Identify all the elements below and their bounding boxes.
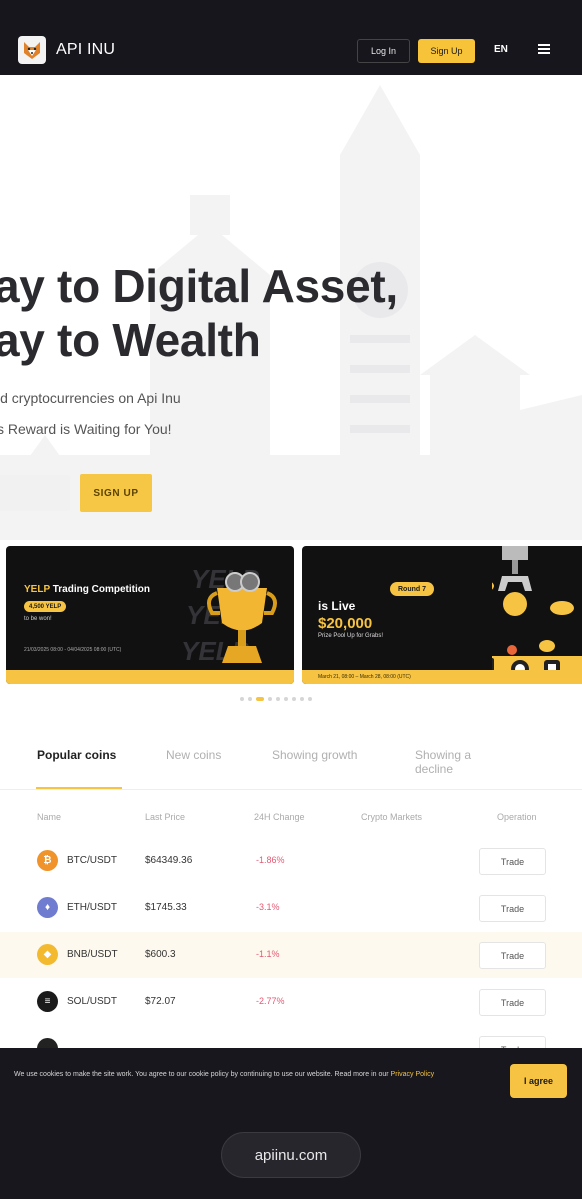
column-header: Name (37, 812, 62, 822)
carousel-dot[interactable] (268, 697, 272, 701)
hero-signup-button[interactable]: SIGN UP (80, 474, 152, 512)
carousel-dot[interactable] (300, 697, 304, 701)
banner-stripe (6, 670, 294, 684)
bnb-icon: ◆ (37, 944, 58, 965)
prize-pill: 4,500 YELP (24, 601, 67, 612)
last-price: $1745.33 (145, 902, 187, 913)
change-24h: -1.1% (256, 949, 280, 959)
hamburger-menu-icon[interactable] (538, 44, 550, 54)
column-header: Crypto Markets (361, 812, 423, 822)
table-row[interactable]: ₿ BTC/USDT $64349.36 -1.86% Trade (0, 838, 582, 884)
market-tabs: Popular coins New coins Showing growth S… (0, 745, 582, 790)
tab-showing-growth[interactable]: Showing growth (272, 748, 362, 762)
carousel-dot[interactable] (240, 697, 244, 701)
change-24h: -2.77% (256, 996, 285, 1006)
cookie-consent-banner: We use cookies to make the site work. Yo… (0, 1048, 582, 1199)
bitcoin-icon: ₿ (37, 850, 58, 871)
trade-button[interactable]: Trade (479, 895, 546, 922)
trophy-icon (206, 572, 278, 663)
table-header: Name Last Price 24H Change Crypto Market… (0, 812, 582, 826)
tab-popular-coins[interactable]: Popular coins (37, 748, 127, 762)
hero-section: ay to Digital Asset, ay to Wealth ld cry… (0, 75, 582, 540)
trade-button[interactable]: Trade (479, 848, 546, 875)
carousel-dot[interactable] (248, 697, 252, 701)
top-navigation-bar: API INU Log In Sign Up EN (0, 0, 582, 75)
trade-button[interactable]: Trade (479, 1036, 546, 1048)
privacy-policy-link[interactable]: Privacy Policy (391, 1071, 435, 1078)
trade-button[interactable]: Trade (479, 942, 546, 969)
pair-name: SOL/USDT (67, 996, 118, 1007)
hero-subtitle-line2: s Reward is Waiting for You! (0, 421, 172, 437)
banner-brand: YELP (24, 584, 50, 595)
signup-button[interactable]: Sign Up (418, 39, 475, 63)
yelp-competition-banner[interactable]: YELP YELP YELP YELP Trading Competition … (6, 546, 294, 684)
active-tab-indicator (36, 787, 122, 789)
round-badge: Round 7 (390, 582, 434, 596)
last-price: $64349.36 (145, 855, 193, 866)
banner-title: YELP Trading Competition (24, 584, 150, 595)
prize-pool-text: Prize Pool Up for Grabs! (318, 633, 384, 639)
cookie-text: We use cookies to make the site work. Yo… (14, 1070, 486, 1080)
agree-button[interactable]: I agree (510, 1064, 567, 1098)
column-header: Operation (497, 812, 537, 822)
carousel-dot[interactable] (284, 697, 288, 701)
ethereum-icon: ♦ (37, 897, 58, 918)
change-24h: -1.86% (256, 855, 285, 865)
pair-name: BTC/USDT (67, 855, 117, 866)
cookie-message: We use cookies to make the site work. Yo… (14, 1071, 389, 1078)
login-button[interactable]: Log In (357, 39, 410, 63)
banner-dates: 21/03/2025 08:00 - 04/04/2025 08:00 (UTC… (24, 647, 122, 653)
email-input[interactable] (0, 475, 70, 511)
app-title[interactable]: API INU (56, 41, 115, 59)
carousel-dot[interactable] (276, 697, 280, 701)
table-row[interactable]: ◆ BNB/USDT $600.3 -1.1% Trade (0, 932, 582, 978)
banner-status: is Live (318, 599, 356, 613)
carousel-dot[interactable] (256, 697, 264, 701)
column-header: Last Price (145, 812, 186, 822)
language-selector[interactable]: EN (494, 44, 508, 55)
hero-headline-line1: ay to Digital Asset, (0, 260, 398, 312)
column-header: 24H Change (254, 812, 305, 822)
claw-machine-icon (492, 546, 582, 684)
hero-subtitle-line1: ld cryptocurrencies on Api Inu (0, 390, 181, 406)
tab-new-coins[interactable]: New coins (166, 748, 256, 762)
coin-icon (37, 1038, 58, 1048)
table-row[interactable]: Trade (0, 1026, 582, 1048)
table-row[interactable]: ≡ SOL/USDT $72.07 -2.77% Trade (0, 979, 582, 1025)
round-live-banner[interactable]: Round 7 is Live $20,000 Prize Pool Up fo… (302, 546, 582, 684)
change-24h: -3.1% (256, 902, 280, 912)
shiba-logo-icon[interactable] (18, 36, 46, 64)
banner-subtitle: to be won! (24, 616, 52, 622)
banner-title-text: Trading Competition (52, 584, 150, 595)
trade-button[interactable]: Trade (479, 989, 546, 1016)
pair-name: ETH/USDT (67, 902, 117, 913)
hero-headline-line2: ay to Wealth (0, 314, 261, 366)
carousel-dot[interactable] (292, 697, 296, 701)
last-price: $600.3 (145, 949, 176, 960)
prize-amount: $20,000 (318, 615, 373, 632)
pair-name: BNB/USDT (67, 949, 118, 960)
table-row[interactable]: ♦ ETH/USDT $1745.33 -3.1% Trade (0, 885, 582, 931)
tab-showing-decline[interactable]: Showing a decline (415, 748, 505, 776)
carousel-dots[interactable] (240, 697, 312, 701)
carousel-dot[interactable] (308, 697, 312, 701)
last-price: $72.07 (145, 996, 176, 1007)
browser-url-bar[interactable]: apiinu.com (221, 1132, 361, 1178)
banner-dates: March 21, 08:00 – March 28, 08:00 (UTC) (318, 674, 411, 680)
solana-icon: ≡ (37, 991, 58, 1012)
